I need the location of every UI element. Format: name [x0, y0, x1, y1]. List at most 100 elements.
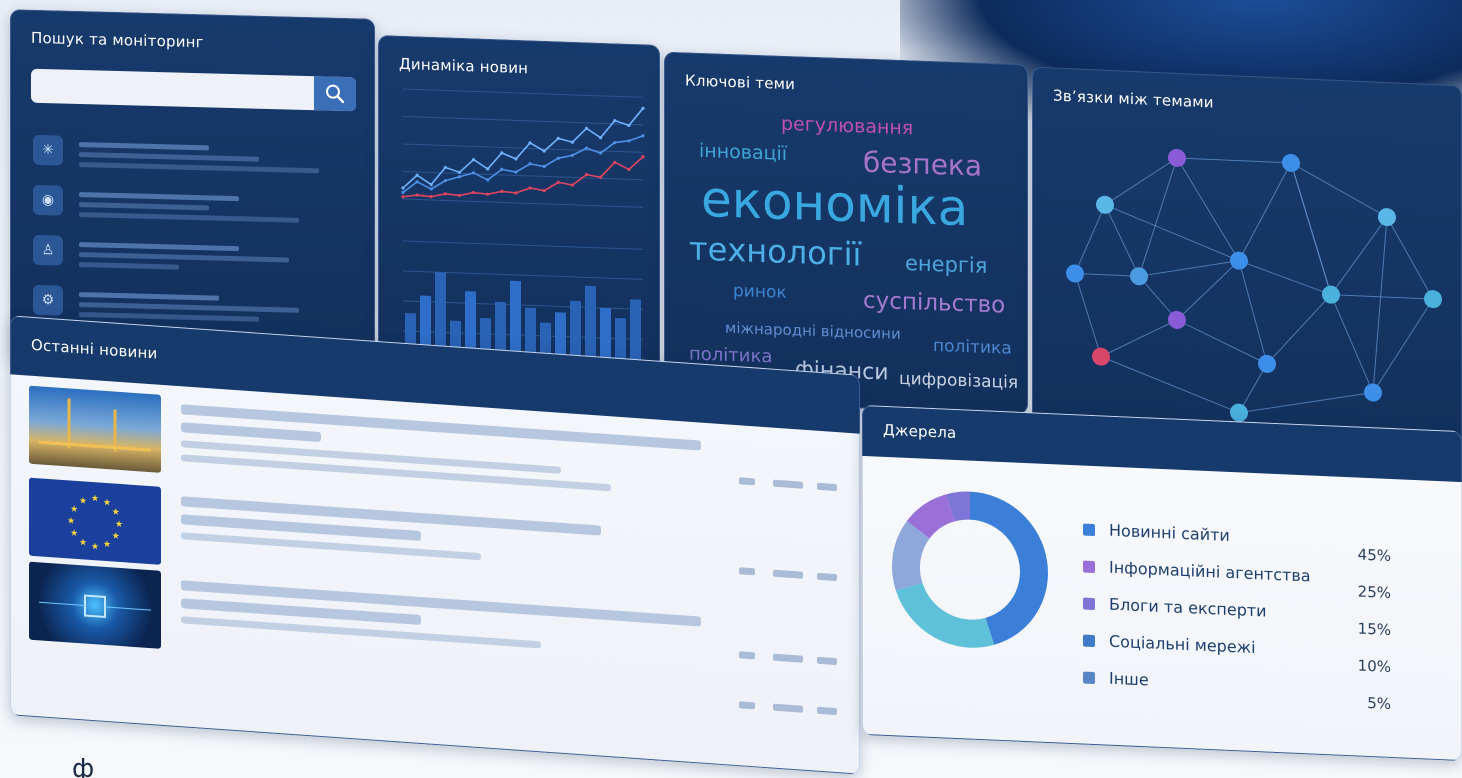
- network-panel-title: Зв’язки між темами: [1053, 86, 1214, 112]
- gridline: [403, 115, 643, 126]
- line-point: [401, 195, 405, 199]
- topics-panel-title: Ключові теми: [685, 71, 796, 94]
- news-image-technology[interactable]: [29, 561, 161, 649]
- app-logo-icon: ф: [72, 754, 95, 778]
- legend-percent: 25%: [1357, 582, 1391, 602]
- network-edge: [1290, 162, 1332, 295]
- topic-word[interactable]: міжнародні відносини: [725, 319, 901, 343]
- eu-star-icon: ★: [112, 531, 120, 542]
- topic-network-graph[interactable]: [1053, 119, 1453, 436]
- oil-rig-icon: [39, 398, 151, 452]
- network-edge: [1176, 157, 1240, 261]
- gridline: [403, 240, 643, 250]
- topic-word[interactable]: цифровізація: [899, 369, 1018, 393]
- legend-swatch: [1083, 597, 1095, 611]
- legend-label: Інше: [1109, 668, 1149, 690]
- line-point: [471, 191, 476, 195]
- eu-star-icon: ★: [79, 496, 87, 507]
- gridline: [403, 88, 643, 98]
- donut-slice: [895, 582, 995, 648]
- network-node[interactable]: [1282, 153, 1300, 173]
- tech-chip-icon: [39, 594, 151, 618]
- network-edge: [1176, 319, 1268, 365]
- network-node[interactable]: [1066, 264, 1084, 283]
- network-edge: [1238, 260, 1332, 296]
- legend-swatch: [1083, 560, 1095, 574]
- news-line-chart: [401, 88, 645, 208]
- legend-item[interactable]: Інше 5%: [1083, 668, 1453, 713]
- analytics-icon: ⚙: [33, 284, 63, 316]
- line-point: [443, 192, 447, 196]
- legend-swatch: [1083, 634, 1095, 648]
- network-node[interactable]: [1378, 208, 1396, 227]
- line-point: [500, 189, 504, 194]
- line-point: [457, 193, 462, 198]
- sources-panel: Джерела Новинні сайти 45% Інформаційні аге…: [862, 404, 1462, 762]
- monitor-item[interactable]: ◉: [33, 184, 353, 233]
- network-edge: [1100, 319, 1178, 358]
- legend-item[interactable]: Соціальні мережі 10%: [1083, 631, 1453, 676]
- search-button[interactable]: [314, 76, 356, 112]
- topic-word[interactable]: ринок: [733, 281, 787, 303]
- sources-panel-title: Джерела: [883, 420, 957, 443]
- topic-word[interactable]: економіка: [701, 170, 968, 237]
- news-image-eu-flag[interactable]: ★ ★ ★ ★ ★ ★ ★ ★ ★ ★ ★ ★: [29, 477, 161, 565]
- news-image-industrial[interactable]: [29, 385, 161, 473]
- legend-percent: 5%: [1367, 693, 1391, 713]
- sources-donut-chart: [892, 491, 1048, 648]
- person-chart-icon: ♙: [33, 234, 63, 266]
- eu-star-icon: ★: [67, 516, 75, 527]
- network-edge: [1238, 162, 1292, 261]
- legend-item[interactable]: Інформаційні агентства 25%: [1083, 557, 1453, 602]
- network-edge: [1074, 204, 1106, 274]
- network-node[interactable]: [1424, 290, 1442, 309]
- search-input[interactable]: [31, 68, 356, 112]
- network-node[interactable]: [1096, 195, 1114, 214]
- legend-swatch: [1083, 671, 1095, 685]
- legend-percent: 15%: [1357, 619, 1391, 639]
- topic-word[interactable]: політика: [933, 336, 1012, 359]
- network-edge: [1074, 273, 1102, 357]
- eu-star-icon: ★: [91, 542, 99, 553]
- monitor-item[interactable]: ✳: [33, 134, 353, 183]
- network-edge: [1330, 216, 1388, 295]
- network-edge: [1266, 294, 1332, 365]
- legend-item[interactable]: Новинні сайти 45%: [1083, 520, 1453, 565]
- topic-word[interactable]: інновації: [699, 140, 787, 165]
- search-panel-title: Пошук та моніторинг: [31, 28, 204, 52]
- network-edge: [1138, 260, 1240, 277]
- network-edge: [1100, 356, 1240, 414]
- news-dynamics-panel: Динаміка новин: [378, 35, 660, 397]
- network-edge: [1330, 294, 1374, 393]
- topic-word[interactable]: регулювання: [781, 113, 913, 140]
- legend-percent: 10%: [1357, 656, 1391, 676]
- network-edge: [1386, 216, 1434, 300]
- eu-star-icon: ★: [79, 538, 87, 549]
- legend-item[interactable]: Блоги та експерти 15%: [1083, 594, 1453, 639]
- network-edge: [1138, 157, 1178, 277]
- network-node[interactable]: [1230, 403, 1248, 422]
- legend-percent: 45%: [1357, 545, 1391, 565]
- latest-news-panel: Останні новини ★ ★ ★ ★ ★ ★ ★ ★ ★ ★ ★ ★: [10, 315, 860, 775]
- news-panel-title: Останні новини: [31, 335, 158, 363]
- eu-star-icon: ★: [70, 504, 78, 515]
- legend-label: Новинні сайти: [1109, 520, 1230, 545]
- network-node[interactable]: [1364, 383, 1382, 402]
- network-edge: [1372, 217, 1388, 393]
- network-node[interactable]: [1130, 267, 1148, 286]
- line-point: [415, 193, 419, 197]
- network-node[interactable]: [1092, 347, 1110, 366]
- network-edge: [1176, 260, 1240, 321]
- monitor-item[interactable]: ♙: [33, 234, 353, 283]
- eu-star-icon: ★: [103, 498, 111, 509]
- network-edge: [1104, 204, 1240, 262]
- line-series-2: [402, 156, 644, 198]
- topic-word[interactable]: технології: [689, 230, 861, 274]
- legend-swatch: [1083, 523, 1095, 537]
- network-node[interactable]: [1168, 148, 1186, 168]
- eu-star-icon: ★: [103, 540, 111, 551]
- topic-word[interactable]: суспільство: [863, 288, 1005, 319]
- eu-flag-icon: ★★★★★★★★★ ★ ★★: [67, 494, 123, 553]
- topic-word[interactable]: енергія: [905, 251, 987, 278]
- search-monitoring-panel: Пошук та моніторинг ✳ ◉ ♙ ⚙: [10, 9, 375, 371]
